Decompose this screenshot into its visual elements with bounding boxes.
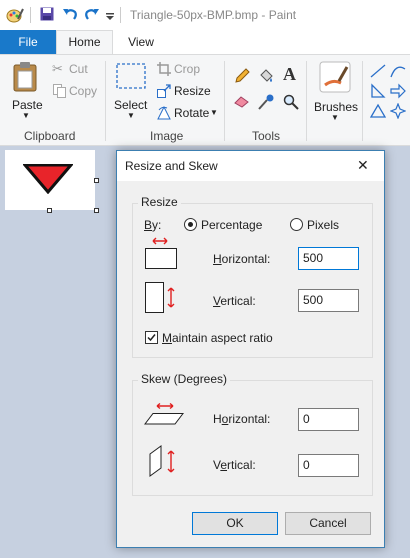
skew-horizontal-input[interactable]: 0 xyxy=(298,408,359,431)
skew-vertical-icon xyxy=(149,445,175,477)
text-icon[interactable]: A xyxy=(283,64,296,85)
undo-icon[interactable] xyxy=(62,7,78,24)
customize-toolbar-icon[interactable] xyxy=(106,10,114,24)
select-label: Select xyxy=(114,98,148,112)
dialog-title-bar: Resize and Skew ✕ xyxy=(117,151,384,181)
redo-icon[interactable] xyxy=(84,7,100,24)
rotate-button[interactable]: Rotate ▼ xyxy=(156,105,218,123)
resize-vertical-icon xyxy=(145,282,175,313)
close-icon[interactable]: ✕ xyxy=(357,157,369,174)
skew-vertical-label: Vertical: xyxy=(213,458,256,472)
maintain-aspect-checkbox[interactable]: Maintain aspect ratio xyxy=(145,330,305,346)
quick-access-separator xyxy=(30,7,31,23)
rotate-label: Rotate xyxy=(174,106,210,120)
title-separator xyxy=(120,7,121,23)
maintain-aspect-label: Maintain aspect ratio xyxy=(162,331,273,345)
select-icon xyxy=(116,63,146,89)
brushes-button[interactable]: Brushes ▼ xyxy=(312,59,358,125)
image-group-label: Image xyxy=(150,129,184,143)
save-icon[interactable] xyxy=(40,7,54,24)
resize-horizontal-icon xyxy=(145,237,177,269)
title-bar: Triangle-50px-BMP.bmp - Paint xyxy=(0,0,410,30)
paste-label: Paste xyxy=(12,98,43,112)
line-shape-icon[interactable] xyxy=(370,63,386,79)
resize-label: Resize xyxy=(174,84,211,98)
fill-bucket-icon[interactable] xyxy=(258,68,274,87)
resize-icon xyxy=(157,84,171,98)
resize-horizontal-label: Horizontal: xyxy=(213,252,271,266)
cut-label: Cut xyxy=(69,62,88,76)
canvas-resize-handle-bottom[interactable] xyxy=(47,208,52,213)
right-triangle-shape-icon[interactable] xyxy=(370,83,386,99)
crop-icon xyxy=(157,62,171,76)
paste-button[interactable]: Paste ▼ xyxy=(6,59,46,125)
color-picker-icon[interactable] xyxy=(258,94,274,113)
skew-horizontal-icon xyxy=(143,403,185,425)
ribbon: Paste ▼ ✂ Cut Copy Clipboard Select ▼ Cr… xyxy=(0,54,410,146)
resize-group-legend: Resize xyxy=(138,195,181,209)
tab-view[interactable]: View xyxy=(113,30,169,54)
shapes-gallery[interactable] xyxy=(368,61,410,123)
checkmark-icon xyxy=(147,334,156,342)
ribbon-separator xyxy=(224,61,225,141)
tools-group-label: Tools xyxy=(252,129,281,143)
percentage-label: Percentage xyxy=(201,218,263,232)
cut-button[interactable]: ✂ Cut xyxy=(52,61,102,79)
copy-button[interactable]: Copy xyxy=(52,83,102,101)
select-dropdown-icon: ▼ xyxy=(127,111,135,120)
percentage-radio[interactable]: Percentage xyxy=(184,217,284,233)
canvas-resize-handle-corner[interactable] xyxy=(94,208,99,213)
pixels-label: Pixels xyxy=(307,218,340,232)
skew-horizontal-label: Horizontal: xyxy=(213,412,271,426)
resize-vertical-label: Vertical: xyxy=(213,294,256,308)
ribbon-tabs: File Home View xyxy=(0,30,410,54)
by-label: By: xyxy=(144,218,162,232)
resize-horizontal-input[interactable]: 500 xyxy=(298,247,359,270)
resize-button[interactable]: Resize xyxy=(156,83,212,101)
arrow-shape-icon[interactable] xyxy=(390,83,406,99)
magnifier-icon[interactable] xyxy=(283,94,299,113)
canvas[interactable] xyxy=(5,150,95,210)
skew-group-legend: Skew (Degrees) xyxy=(138,372,231,386)
resize-skew-dialog: Resize and Skew ✕ Resize By: Percentage … xyxy=(116,150,385,548)
tab-file[interactable]: File xyxy=(0,30,56,54)
window-title: Triangle-50px-BMP.bmp - Paint xyxy=(130,8,297,22)
ribbon-separator xyxy=(306,61,307,141)
clipboard-group-label: Clipboard xyxy=(24,129,76,143)
eraser-icon[interactable] xyxy=(234,94,250,111)
scissors-icon: ✂ xyxy=(52,61,63,76)
paste-icon xyxy=(13,62,37,92)
pixels-radio[interactable]: Pixels xyxy=(290,217,370,233)
skew-vertical-input[interactable]: 0 xyxy=(298,454,359,477)
red-triangle-image xyxy=(23,164,73,194)
dialog-title: Resize and Skew xyxy=(125,159,218,173)
copy-icon xyxy=(53,84,66,98)
ok-button[interactable]: OK xyxy=(192,512,278,535)
curve-shape-icon[interactable] xyxy=(390,63,406,79)
crop-label: Crop xyxy=(174,62,201,76)
canvas-resize-handle-right[interactable] xyxy=(94,178,99,183)
crop-button[interactable]: Crop xyxy=(156,61,212,79)
triangle-shape-icon[interactable] xyxy=(370,103,386,119)
rotate-dropdown-icon: ▼ xyxy=(210,108,218,117)
paste-dropdown-icon: ▼ xyxy=(22,111,30,120)
percentage-radio-circle xyxy=(184,218,197,231)
ribbon-separator xyxy=(105,61,106,141)
star-shape-icon[interactable] xyxy=(390,103,406,119)
brush-icon xyxy=(319,61,351,93)
brushes-dropdown-icon: ▼ xyxy=(331,113,339,122)
tab-home[interactable]: Home xyxy=(56,30,113,54)
brushes-label: Brushes xyxy=(314,100,359,114)
maintain-aspect-check-box xyxy=(145,331,158,344)
rotate-icon xyxy=(157,106,171,120)
select-button[interactable]: Select ▼ xyxy=(110,59,152,125)
pencil-icon[interactable] xyxy=(234,68,250,87)
paint-app-icon[interactable] xyxy=(6,7,24,26)
copy-label: Copy xyxy=(69,84,98,98)
pixels-radio-circle xyxy=(290,218,303,231)
resize-vertical-input[interactable]: 500 xyxy=(298,289,359,312)
ribbon-separator xyxy=(362,61,363,141)
cancel-button[interactable]: Cancel xyxy=(285,512,371,535)
